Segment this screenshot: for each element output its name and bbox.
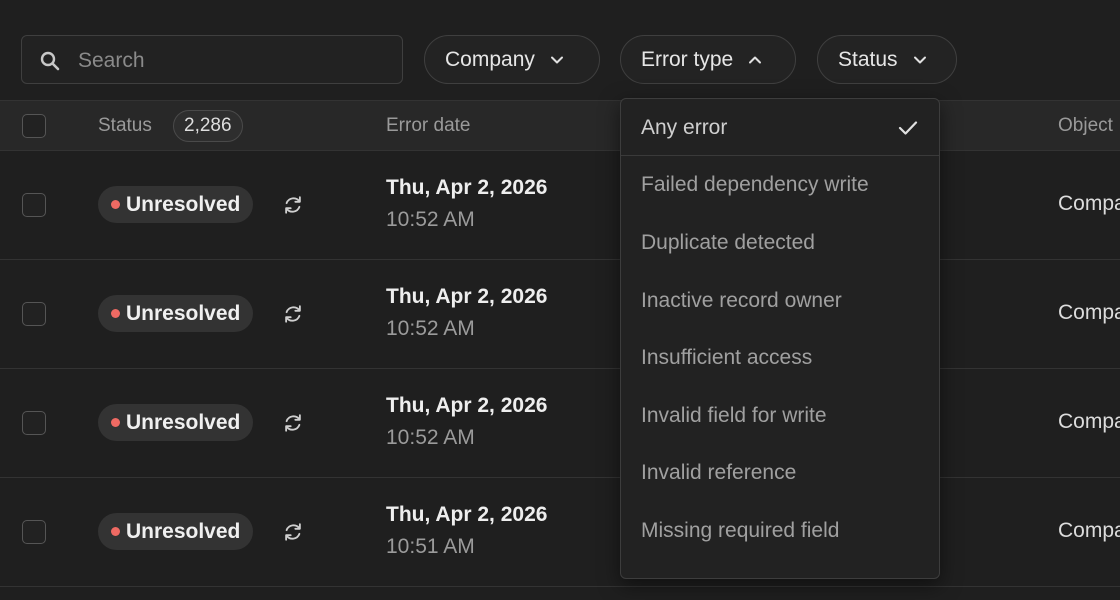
status-column-header[interactable]: Status [98,115,152,137]
dropdown-option-invalid-field-for-write[interactable]: Invalid field for write [621,388,939,444]
chevron-down-icon [550,56,563,63]
company-filter-button[interactable]: Company [424,35,600,84]
table-row[interactable]: Unresolved Thu, Apr 2, 2026 10:52 AM Com… [0,369,1120,478]
dropdown-option-label: Inactive record owner [641,289,842,312]
dropdown-option-missing-required-field[interactable]: Missing required field [621,503,939,559]
error-date-column-header[interactable]: Error date [386,115,470,137]
chevron-up-icon [749,56,762,63]
row-checkbox[interactable] [22,193,46,217]
company-filter-label: Company [445,47,535,71]
dropdown-option-label: Duplicate detected [641,231,815,254]
table-row[interactable]: Unresolved Thu, Apr 2, 2026 10:51 AM Com… [0,478,1120,587]
status-badge-label: Unresolved [126,302,241,325]
table-row[interactable]: Unresolved Thu, Apr 2, 2026 10:52 AM Com… [0,151,1120,260]
dropdown-option-label: Insufficient access [641,346,813,369]
row-checkbox[interactable] [22,411,46,435]
status-dot [111,200,120,209]
retry-icon[interactable] [282,412,304,434]
error-time: 10:52 AM [386,426,475,449]
chevron-down-icon [913,56,926,63]
status-badge: Unresolved [98,513,254,550]
object-cell: Company [1058,519,1120,542]
status-dot [111,527,120,536]
dropdown-option-label: Invalid field for write [641,404,827,427]
status-dot [111,309,120,318]
error-time: 10:52 AM [386,317,475,340]
row-checkbox[interactable] [22,302,46,326]
dropdown-option-inactive-record-owner[interactable]: Inactive record owner [621,273,939,329]
dropdown-option-any-error[interactable]: Any error [621,100,939,156]
object-column-header[interactable]: Object [1058,115,1113,137]
search-box[interactable] [21,35,403,84]
dropdown-option-label: Any error [641,116,728,139]
select-all-checkbox[interactable] [22,114,46,138]
filter-toolbar: Company Error type Status [0,0,1120,100]
dropdown-option-label: Failed dependency write [641,173,869,196]
error-date: Thu, Apr 2, 2026 [386,394,548,417]
status-dot [111,418,120,427]
error-date: Thu, Apr 2, 2026 [386,285,548,308]
dropdown-option-insufficient-access[interactable]: Insufficient access [621,330,939,386]
status-filter-label: Status [838,47,898,71]
status-badge: Unresolved [98,404,254,441]
status-badge-label: Unresolved [126,411,241,434]
object-cell: Company [1058,301,1120,324]
status-badge-label: Unresolved [126,520,241,543]
retry-icon[interactable] [282,194,304,216]
status-count-badge: 2,286 [173,110,243,142]
dropdown-option-label: Invalid reference [641,461,797,484]
error-type-filter-label: Error type [641,47,734,71]
error-date: Thu, Apr 2, 2026 [386,176,548,199]
error-date: Thu, Apr 2, 2026 [386,503,548,526]
search-icon [40,51,60,71]
error-type-filter-button[interactable]: Error type [620,35,796,84]
retry-icon[interactable] [282,303,304,325]
dropdown-option-failed-dependency-write[interactable]: Failed dependency write [621,157,939,213]
dropdown-option-label: Missing required field [641,519,840,542]
object-cell: Company [1058,410,1120,433]
table-header: Status 2,286 Error date Object [0,100,1120,151]
row-checkbox[interactable] [22,520,46,544]
error-type-dropdown: Any error Failed dependency write Duplic… [620,98,940,579]
check-icon [898,121,918,135]
search-input[interactable] [76,44,390,78]
dropdown-option-invalid-reference[interactable]: Invalid reference [621,445,939,501]
status-badge-label: Unresolved [126,193,241,216]
table-row[interactable]: Unresolved Thu, Apr 2, 2026 10:52 AM Com… [0,260,1120,369]
error-time: 10:52 AM [386,208,475,231]
status-badge: Unresolved [98,295,254,332]
dropdown-option-duplicate-detected[interactable]: Duplicate detected [621,215,939,271]
status-filter-button[interactable]: Status [817,35,957,84]
object-cell: Company [1058,192,1120,215]
status-badge: Unresolved [98,186,254,223]
retry-icon[interactable] [282,521,304,543]
error-time: 10:51 AM [386,535,475,558]
